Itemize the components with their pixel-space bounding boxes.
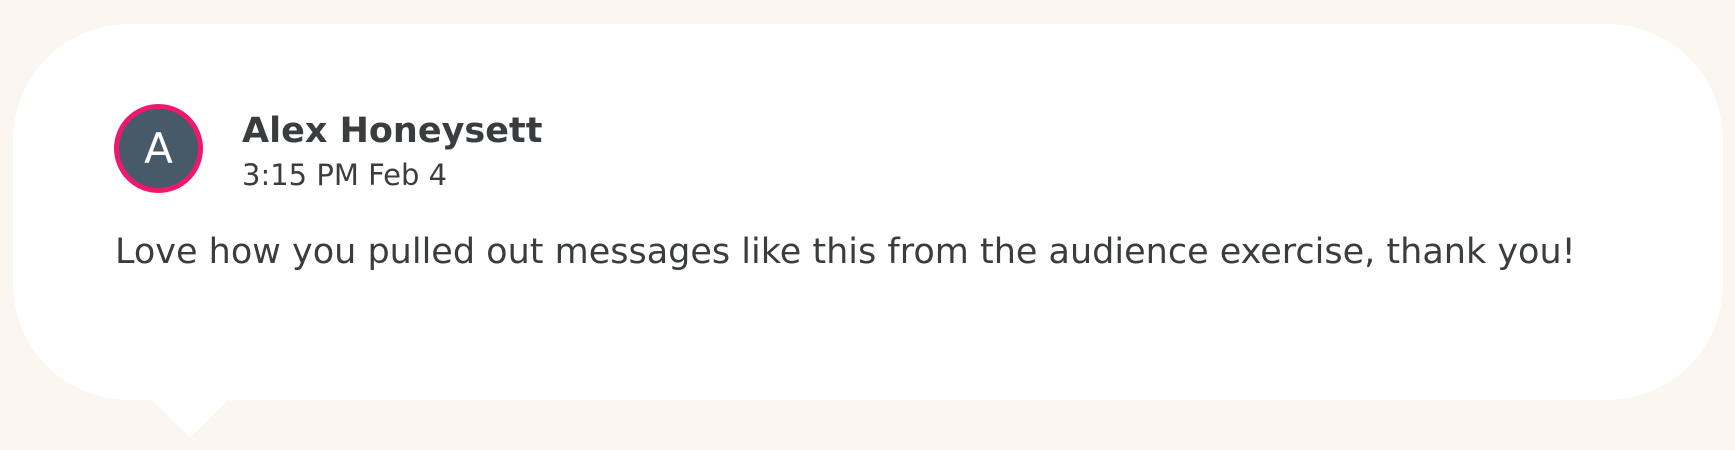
- comment-bubble: [13, 24, 1723, 400]
- comment-timestamp: 3:15 PM Feb 4: [242, 158, 448, 192]
- comment-stage: A Alex Honeysett 3:15 PM Feb 4 Love how …: [0, 0, 1735, 450]
- comment-author[interactable]: Alex Honeysett: [242, 110, 542, 152]
- comment-message: Love how you pulled out messages like th…: [115, 232, 1576, 272]
- avatar-initial: A: [144, 123, 173, 173]
- speech-bubble-tail-icon: [147, 395, 233, 438]
- avatar[interactable]: A: [114, 104, 203, 193]
